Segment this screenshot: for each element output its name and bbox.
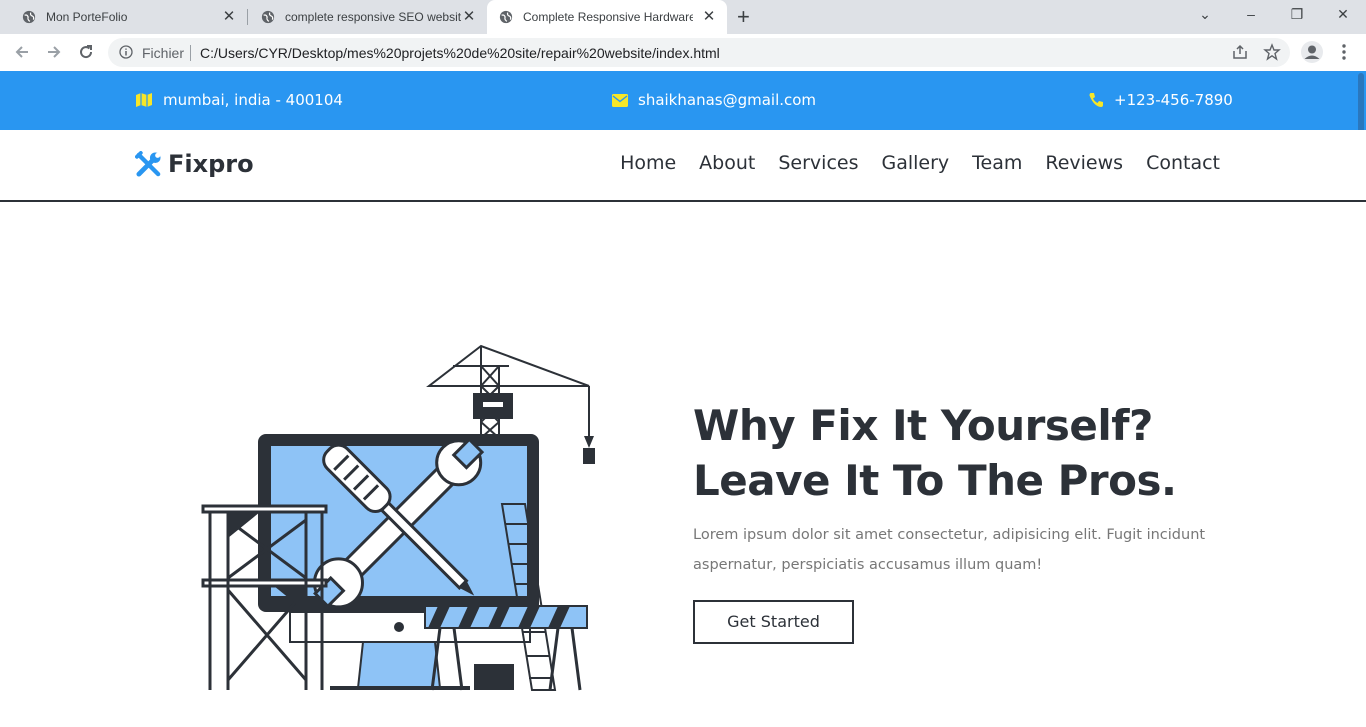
hero-title: Why Fix It Yourself? Leave It To The Pro… bbox=[693, 398, 1253, 508]
tab-search-icon[interactable]: ⌄ bbox=[1195, 6, 1215, 23]
envelope-icon bbox=[612, 93, 628, 107]
tab-mon-portefolio[interactable]: Mon PorteFolio ✕ bbox=[0, 0, 247, 34]
scheme-label: Fichier bbox=[142, 45, 185, 61]
nav-reviews[interactable]: Reviews bbox=[1045, 152, 1123, 174]
hero-title-line1: Why Fix It Yourself? bbox=[693, 401, 1153, 450]
hero-content: Why Fix It Yourself? Leave It To The Pro… bbox=[693, 398, 1253, 644]
close-tab-icon[interactable]: ✕ bbox=[221, 9, 237, 25]
get-started-button[interactable]: Get Started bbox=[693, 600, 854, 644]
nav-services[interactable]: Services bbox=[778, 152, 858, 174]
contact-info-bar: mumbai, india - 400104 shaikhanas@gmail.… bbox=[0, 71, 1366, 130]
nav-home[interactable]: Home bbox=[620, 152, 676, 174]
reload-icon[interactable] bbox=[76, 42, 96, 62]
bookmark-star-icon[interactable] bbox=[1263, 43, 1281, 61]
browser-tab-bar: Mon PorteFolio ✕ complete responsive SEO… bbox=[0, 0, 1366, 34]
hero-description: Lorem ipsum dolor sit amet consectetur, … bbox=[693, 527, 1206, 573]
restore-icon[interactable]: ❐ bbox=[1287, 6, 1307, 23]
browser-toolbar: Fichier C:/Users/CYR/Desktop/mes%20proje… bbox=[0, 34, 1366, 71]
share-icon[interactable] bbox=[1231, 43, 1249, 61]
email-text[interactable]: shaikhanas@gmail.com bbox=[638, 91, 816, 109]
hero-title-line2: Leave It To The Pros. bbox=[693, 456, 1177, 505]
tab-title: complete responsive SEO website bbox=[285, 10, 461, 24]
back-icon[interactable] bbox=[12, 42, 32, 62]
tools-icon bbox=[135, 150, 161, 177]
address-text: mumbai, india - 400104 bbox=[163, 91, 343, 109]
nav-about[interactable]: About bbox=[699, 152, 755, 174]
new-tab-button[interactable]: + bbox=[737, 6, 750, 28]
forward-icon[interactable] bbox=[44, 42, 64, 62]
globe-icon bbox=[22, 10, 36, 24]
main-nav: Home About Services Gallery Team Reviews… bbox=[620, 152, 1220, 174]
address-info: mumbai, india - 400104 bbox=[135, 91, 343, 109]
phone-text[interactable]: +123-456-7890 bbox=[1114, 91, 1233, 109]
logo-text: Fixpro bbox=[168, 150, 254, 178]
info-icon[interactable] bbox=[119, 45, 133, 59]
tab-hardware-repair[interactable]: Complete Responsive Hardware Repair ✕ bbox=[487, 0, 727, 34]
repair-illustration bbox=[201, 344, 595, 691]
tab-seo-website[interactable]: complete responsive SEO website ✕ bbox=[247, 0, 487, 34]
site-header: Fixpro Home About Services Gallery Team … bbox=[0, 130, 1366, 202]
url-text[interactable]: C:/Users/CYR/Desktop/mes%20projets%20de%… bbox=[200, 45, 720, 61]
globe-icon bbox=[499, 10, 513, 24]
menu-dots-icon[interactable] bbox=[1336, 43, 1352, 61]
divider bbox=[190, 45, 191, 61]
phone-icon bbox=[1089, 93, 1103, 107]
nav-gallery[interactable]: Gallery bbox=[881, 152, 949, 174]
minimize-icon[interactable]: – bbox=[1241, 6, 1261, 22]
nav-team[interactable]: Team bbox=[972, 152, 1022, 174]
globe-icon bbox=[261, 10, 275, 24]
tab-title: Complete Responsive Hardware Repair bbox=[523, 10, 693, 24]
map-icon bbox=[136, 93, 152, 107]
profile-avatar-icon[interactable] bbox=[1300, 40, 1324, 64]
close-tab-icon[interactable]: ✕ bbox=[461, 9, 477, 25]
phone-info: +123-456-7890 bbox=[1088, 91, 1233, 109]
tab-title: Mon PorteFolio bbox=[46, 10, 128, 24]
close-tab-icon[interactable]: ✕ bbox=[701, 9, 717, 25]
logo[interactable]: Fixpro bbox=[135, 150, 254, 178]
close-window-icon[interactable]: ✕ bbox=[1333, 6, 1353, 23]
address-bar[interactable]: Fichier C:/Users/CYR/Desktop/mes%20proje… bbox=[108, 38, 1290, 67]
nav-contact[interactable]: Contact bbox=[1146, 152, 1220, 174]
email-info: shaikhanas@gmail.com bbox=[612, 91, 816, 109]
